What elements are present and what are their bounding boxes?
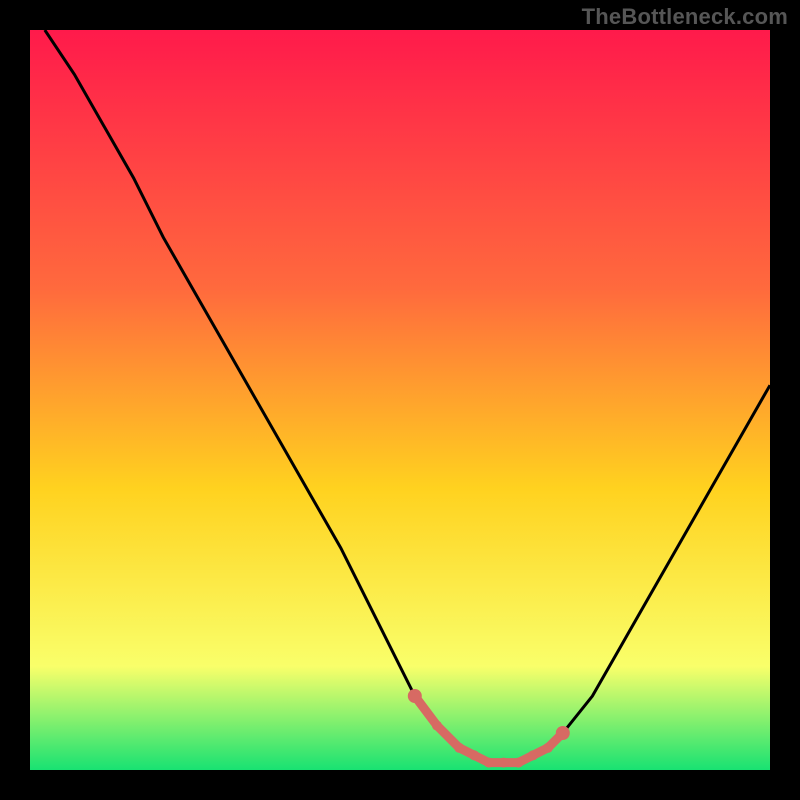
marker-dot [484,758,494,768]
marker-dot [499,758,509,768]
chart-frame: TheBottleneck.com [0,0,800,800]
marker-dot [528,750,538,760]
chart-plot-area [30,30,770,770]
chart-svg [30,30,770,770]
marker-dot [543,743,553,753]
watermark-text: TheBottleneck.com [582,4,788,30]
gradient-background [30,30,770,770]
marker-dot [513,758,523,768]
marker-dot [408,689,422,703]
marker-dot [556,726,570,740]
marker-dot [454,743,464,753]
marker-dot [432,721,442,731]
marker-dot [469,750,479,760]
